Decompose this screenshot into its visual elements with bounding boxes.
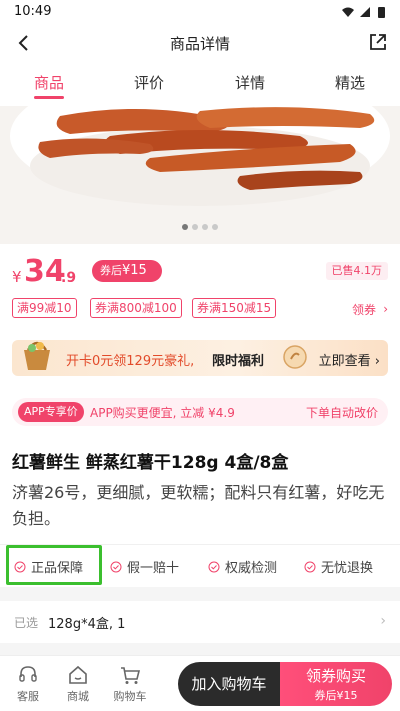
carousel-dot xyxy=(182,224,188,230)
product-image-carousel[interactable] xyxy=(0,106,400,244)
cart-icon xyxy=(121,667,141,684)
app-exclusive-price[interactable]: APP专享价 APP购买更便宜, 立减 ¥4.9 下单自动改价 xyxy=(12,398,388,426)
cart-button[interactable]: 购物车 xyxy=(108,664,152,704)
coupon-price-label: 券后 xyxy=(100,264,122,277)
member-banner-highlight: 限时福利 xyxy=(212,354,265,369)
status-time: 10:49 xyxy=(14,4,52,19)
page-title: 商品详情 xyxy=(169,35,230,53)
coupon-price-value: ¥15 xyxy=(122,263,147,278)
tab-featured[interactable]: 精选 xyxy=(310,72,390,93)
coupon-tag[interactable]: 满99减10 xyxy=(12,298,77,318)
price-decimal: .9 xyxy=(61,270,77,286)
selection-value: 128g*4盒, 1 xyxy=(48,617,126,632)
mall-button[interactable]: 商城 xyxy=(56,664,100,704)
guarantee-label: 假一赔十 xyxy=(127,561,180,576)
customer-service-button[interactable]: 客服 xyxy=(6,664,50,704)
carousel-dot xyxy=(212,224,218,230)
product-info-card: ¥ 34 .9 券后¥15 已售4.1万 满99减10 券满800减100 券满… xyxy=(0,244,400,587)
member-card-banner[interactable]: 开卡0元领129元豪礼, 限时福利 立即查看 › xyxy=(12,340,388,376)
member-banner-action-label: 立即查看 xyxy=(318,354,371,369)
app-promo-text: APP购买更便宜, 立减 ¥4.9 xyxy=(90,406,235,420)
guarantee-row[interactable]: 正品保障 假一赔十 权威检测 无忧退换 xyxy=(0,544,400,585)
sold-count-badge: 已售4.1万 xyxy=(325,262,388,280)
check-circle-icon xyxy=(110,561,122,573)
check-circle-icon xyxy=(304,561,316,573)
bottom-item-label: 商城 xyxy=(67,690,89,703)
carousel-dot xyxy=(202,224,208,230)
buy-with-coupon-button[interactable]: 领券购买 券后¥15 xyxy=(280,662,392,706)
guarantee-item: 权威检测 xyxy=(208,557,277,576)
coin-icon xyxy=(283,345,307,369)
member-banner-action[interactable]: 立即查看 › xyxy=(319,350,380,369)
tab-reviews[interactable]: 评价 xyxy=(109,72,189,93)
coupon-tag[interactable]: 券满150减15 xyxy=(192,298,277,318)
system-status-icons xyxy=(342,7,385,18)
carousel-dots xyxy=(0,215,400,234)
share-icon[interactable] xyxy=(368,32,388,52)
chevron-right-icon: › xyxy=(380,613,386,629)
guarantee-item: 无忧退换 xyxy=(304,557,373,576)
home-icon xyxy=(69,665,87,684)
coupon-tag[interactable]: 券满800减100 xyxy=(90,298,182,318)
product-title: 红薯鲜生 鲜蒸红薯干128g 4盒/8盒 xyxy=(12,453,289,473)
get-coupon-link[interactable]: 领券 xyxy=(352,301,376,318)
bottom-item-label: 购物车 xyxy=(113,690,147,703)
price-integer: 34 xyxy=(24,254,66,289)
chevron-right-icon: › xyxy=(383,302,388,316)
bottom-item-label: 客服 xyxy=(17,690,39,703)
status-bar: 10:49 xyxy=(0,0,400,24)
check-circle-icon xyxy=(208,561,220,573)
selection-label: 已选 xyxy=(14,616,39,630)
nav-bar: 商品详情 xyxy=(0,24,400,62)
headset-icon xyxy=(19,666,37,682)
highlight-box xyxy=(6,545,102,585)
app-promo-right: 下单自动改价 xyxy=(305,406,378,420)
detail-tabs: 商品 评价 详情 精选 xyxy=(0,62,400,106)
guarantee-item: 假一赔十 xyxy=(110,557,179,576)
gift-basket-icon xyxy=(24,341,50,370)
product-description: 济薯26号，更细腻，更软糯；配料只有红薯，好吃无负担。 xyxy=(12,483,385,528)
tab-details[interactable]: 详情 xyxy=(210,72,290,93)
app-badge: APP专享价 xyxy=(18,402,84,422)
guarantee-label: 权威检测 xyxy=(225,561,278,576)
buy-button-label: 领券购买 xyxy=(305,667,366,685)
tab-active-indicator xyxy=(34,96,64,99)
add-to-cart-button[interactable]: 加入购物车 xyxy=(178,662,280,706)
price-currency: ¥ xyxy=(12,268,22,286)
guarantee-label: 无忧退换 xyxy=(321,561,374,576)
carousel-dot xyxy=(192,224,198,230)
bottom-action-bar: 客服 商城 购物车 加入购物车 领券购买 券后¥15 xyxy=(0,655,400,711)
member-banner-text: 开卡0元领129元豪礼, xyxy=(66,354,195,369)
coupon-price-badge: 券后¥15 xyxy=(92,260,162,282)
spec-selection-row[interactable]: 已选 128g*4盒, 1 › xyxy=(0,601,400,643)
buy-button-sublabel: 券后¥15 xyxy=(314,689,358,702)
tab-product[interactable]: 商品 xyxy=(9,72,89,93)
